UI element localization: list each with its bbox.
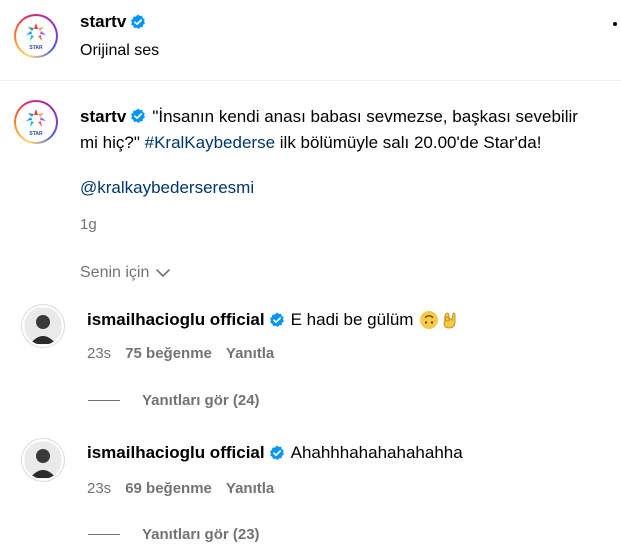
- view-replies-label[interactable]: Yanıtları gör (24): [142, 392, 260, 409]
- caption-mention[interactable]: @kralkaybederseresmi: [80, 178, 254, 198]
- comment-likes[interactable]: 69 beğenme: [125, 480, 212, 497]
- header-divider: [0, 80, 621, 81]
- comment-avatar[interactable]: [21, 304, 65, 348]
- comment-avatar[interactable]: [21, 438, 65, 482]
- view-replies-label[interactable]: Yanıtları gör (23): [142, 526, 260, 543]
- audio-label[interactable]: Orijinal ses: [80, 42, 159, 60]
- post-avatar[interactable]: STAR: [14, 100, 58, 144]
- reply-button[interactable]: Yanıtla: [226, 480, 274, 497]
- post-username[interactable]: startv: [80, 107, 126, 126]
- ok-hand-emoji-icon: [444, 312, 456, 329]
- logo-text: STAR: [29, 45, 43, 51]
- comment-username[interactable]: ismailhacioglu official: [87, 310, 265, 330]
- caption-rest: ilk bölümüyle salı 20.00'de Star'da!: [279, 133, 542, 152]
- more-options-icon[interactable]: [613, 22, 617, 26]
- sort-label: Senin için: [80, 264, 150, 281]
- comment-time: 23s: [87, 345, 112, 362]
- comment-time: 23s: [87, 480, 112, 497]
- reply-button[interactable]: Yanıtla: [226, 345, 274, 362]
- verified-badge-icon: [131, 14, 146, 29]
- comment-sort-selector[interactable]: Senin için: [80, 264, 171, 282]
- comment-text: E hadi be gülüm: [290, 310, 414, 329]
- comment-likes[interactable]: 75 beğenme: [125, 345, 212, 362]
- star-logo-icon: STAR: [26, 23, 46, 51]
- header-username[interactable]: startv: [80, 12, 126, 32]
- replies-divider: [88, 534, 120, 535]
- comment-username[interactable]: ismailhacioglu official: [87, 443, 265, 463]
- chevron-down-icon: [156, 269, 171, 277]
- star-logo-icon: STAR: [26, 109, 46, 137]
- view-replies-button[interactable]: Yanıtları gör (24): [88, 392, 260, 409]
- comment-header: ismailhacioglu official Ahahhhahahahahah…: [87, 443, 463, 463]
- person-avatar-icon: [25, 442, 61, 478]
- replies-divider: [88, 400, 120, 401]
- comment-header: ismailhacioglu official E hadi be gülüm: [87, 310, 459, 330]
- upside-down-face-emoji-icon: [420, 311, 439, 329]
- header-avatar[interactable]: STAR: [14, 14, 58, 58]
- post-timestamp: 1g: [80, 216, 97, 233]
- comment-meta: 23s 69 beğenme Yanıtla: [87, 480, 288, 497]
- comment-text: Ahahhhahahahahahha: [290, 443, 463, 462]
- post-caption: startv "İnsanın kendi anası babası sevme…: [80, 104, 600, 156]
- person-avatar-icon: [25, 308, 61, 344]
- header-username-row[interactable]: startv: [80, 12, 146, 32]
- verified-badge-icon: [269, 312, 284, 327]
- logo-text: STAR: [29, 131, 43, 137]
- comment-meta: 23s 75 beğenme Yanıtla: [87, 345, 288, 362]
- caption-hashtag[interactable]: #KralKaybederse: [145, 133, 275, 152]
- verified-badge-icon: [131, 108, 146, 123]
- view-replies-button[interactable]: Yanıtları gör (23): [88, 526, 260, 543]
- verified-badge-icon: [269, 445, 284, 460]
